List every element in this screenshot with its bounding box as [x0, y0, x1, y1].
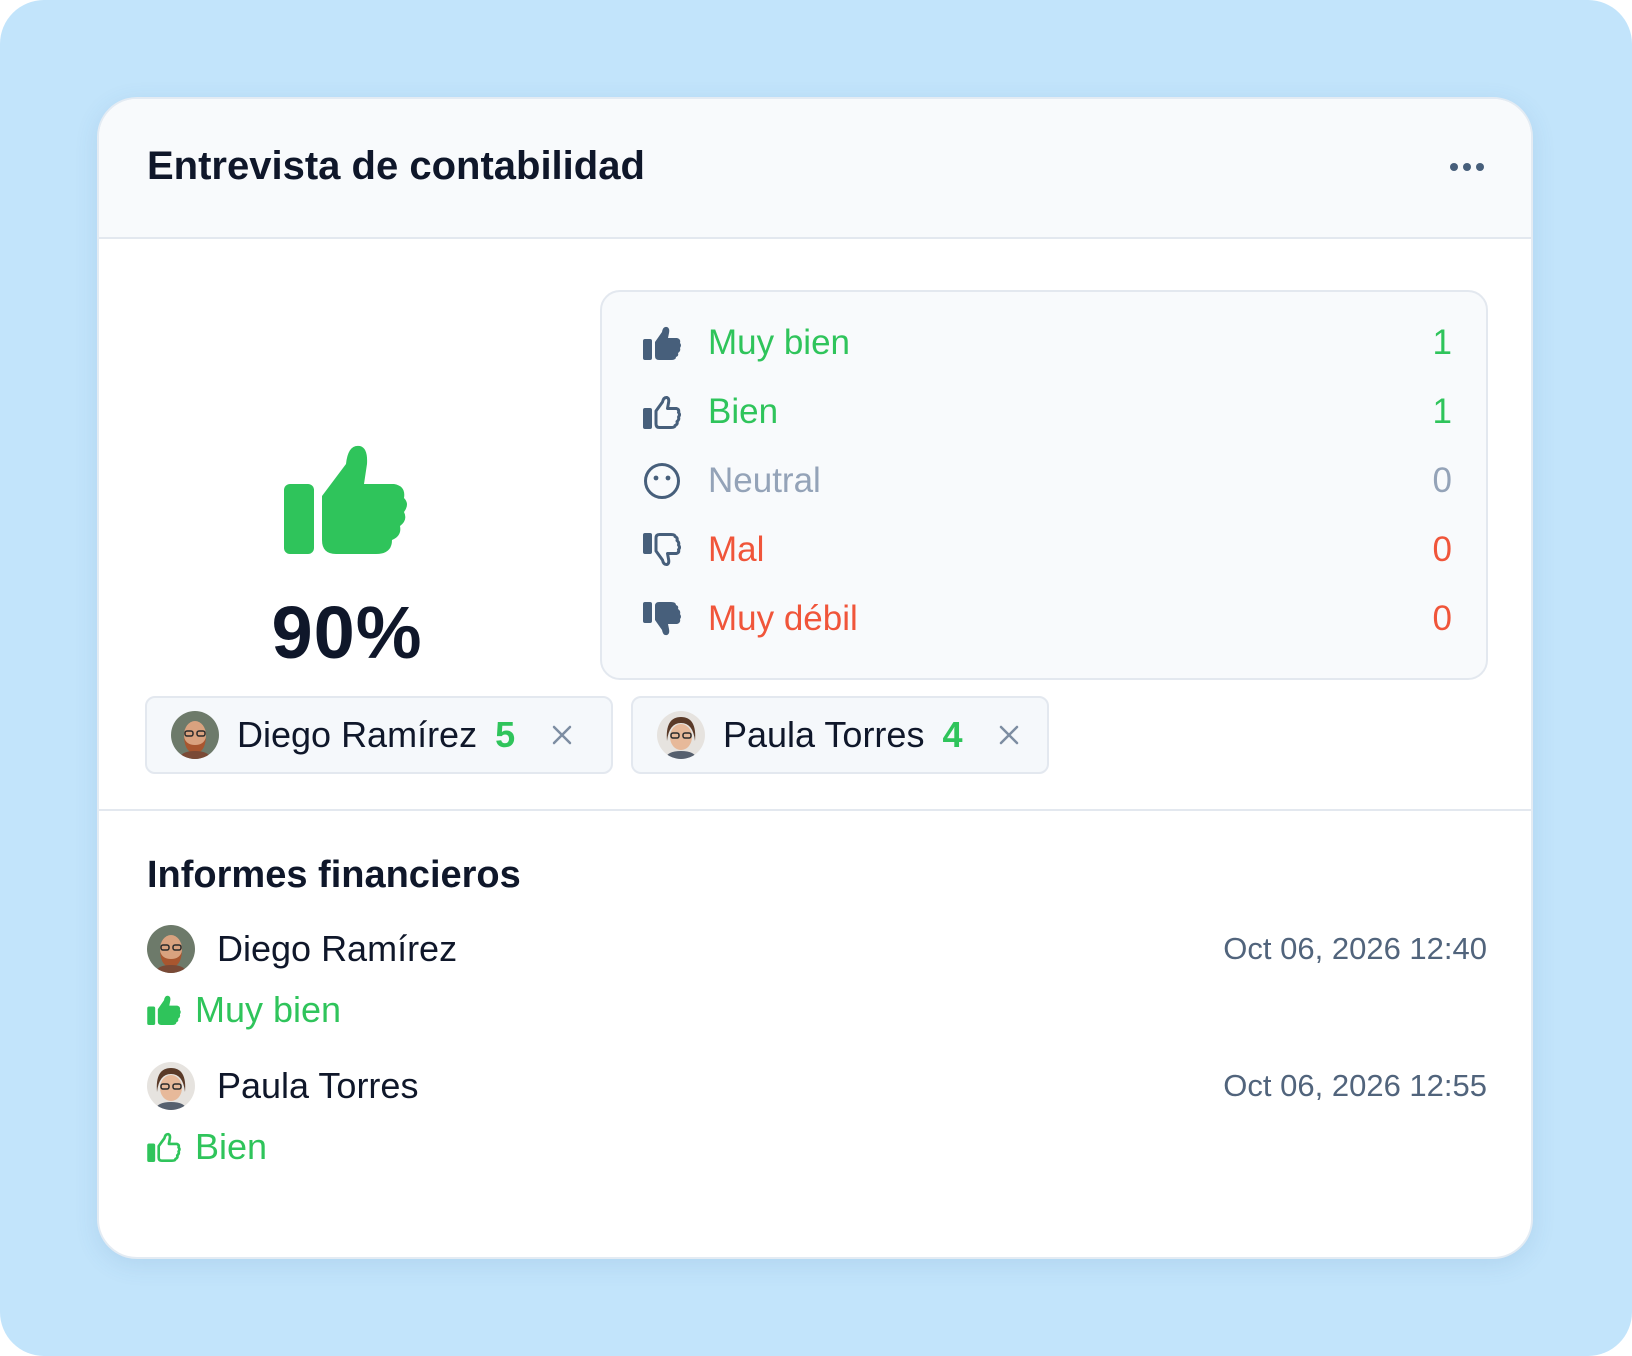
rating-row-muy-debil: Muy débil 0	[642, 591, 1452, 647]
interviewer-name: Diego Ramírez	[237, 714, 478, 755]
remove-interviewer-button[interactable]	[549, 722, 575, 748]
avatar	[657, 711, 705, 759]
rating-label: Muy débil	[708, 599, 858, 638]
rating-count: 1	[1432, 323, 1452, 362]
entry-author-name: Diego Ramírez	[217, 928, 458, 969]
interviewer-score: 4	[942, 714, 963, 755]
entry-header: Diego Ramírez Oct 06, 2026 12:40	[147, 925, 1487, 973]
rating-label: Muy bien	[708, 323, 851, 362]
interviewer-name: Paula Torres	[723, 714, 925, 755]
rating-row-mal: Mal 0	[642, 522, 1452, 578]
entry-timestamp: Oct 06, 2026 12:55	[1223, 1068, 1487, 1103]
entry-author-name: Paula Torres	[217, 1065, 419, 1106]
thumbs-up-outline-icon	[147, 1130, 181, 1164]
card-title: Entrevista de contabilidad	[147, 144, 645, 188]
avatar	[171, 711, 219, 759]
rating-row-neutral: Neutral 0	[642, 453, 1452, 509]
rating-label: Mal	[708, 530, 765, 569]
rating-row-muy-bien: Muy bien 1	[642, 315, 1452, 371]
entry-rating: Bien	[147, 1126, 267, 1168]
interview-card: Entrevista de contabilidad 90% Muy bien …	[97, 97, 1533, 1259]
feedback-entry: Paula Torres Oct 06, 2026 12:55 Bien	[147, 1062, 1487, 1192]
rating-count: 0	[1432, 461, 1452, 500]
avatar	[147, 925, 195, 973]
close-icon	[1000, 725, 1019, 745]
entry-rating: Muy bien	[147, 989, 341, 1031]
ratings-breakdown: Muy bien 1 Bien 1 Neutral 0 Mal 0 Muy dé…	[600, 290, 1488, 680]
rating-label: Neutral	[708, 461, 821, 500]
card-header: Entrevista de contabilidad	[99, 99, 1531, 239]
entry-rating-label: Muy bien	[195, 989, 342, 1030]
rating-label: Bien	[708, 392, 779, 431]
thumbs-down-filled-icon	[642, 599, 682, 639]
interviewer-chip[interactable]: Diego Ramírez 5	[145, 696, 613, 774]
rating-row-bien: Bien 1	[642, 384, 1452, 440]
thumbs-up-filled-icon	[284, 445, 407, 554]
avatar	[147, 1062, 195, 1110]
more-horizontal-icon	[1450, 163, 1484, 171]
thumbs-down-outline-icon	[642, 530, 682, 570]
interviewer-chips: Diego Ramírez 5 Paula Torres 4	[145, 696, 1049, 774]
remove-interviewer-button[interactable]	[996, 722, 1022, 748]
entry-rating-label: Bien	[195, 1126, 268, 1167]
rating-count: 1	[1432, 392, 1452, 431]
thumbs-up-filled-icon	[642, 323, 682, 363]
more-options-button[interactable]	[1445, 151, 1489, 183]
rating-count: 0	[1432, 599, 1452, 638]
page-background: Entrevista de contabilidad 90% Muy bien …	[0, 0, 1632, 1356]
thumbs-up-outline-icon	[642, 392, 682, 432]
overall-score: 90%	[247, 444, 447, 670]
rating-count: 0	[1432, 530, 1452, 569]
section-title: Informes financieros	[147, 854, 521, 896]
thumbs-up-filled-icon	[147, 993, 181, 1027]
feedback-entry: Diego Ramírez Oct 06, 2026 12:40 Muy bie…	[147, 925, 1487, 1055]
interviewer-score: 5	[495, 714, 516, 755]
overall-score-value: 90%	[271, 591, 423, 674]
entry-header: Paula Torres Oct 06, 2026 12:55	[147, 1062, 1487, 1110]
entry-timestamp: Oct 06, 2026 12:40	[1223, 931, 1487, 966]
neutral-face-icon	[642, 461, 682, 501]
close-icon	[552, 725, 572, 745]
interviewer-chip[interactable]: Paula Torres 4	[631, 696, 1049, 774]
section-divider	[99, 809, 1531, 811]
